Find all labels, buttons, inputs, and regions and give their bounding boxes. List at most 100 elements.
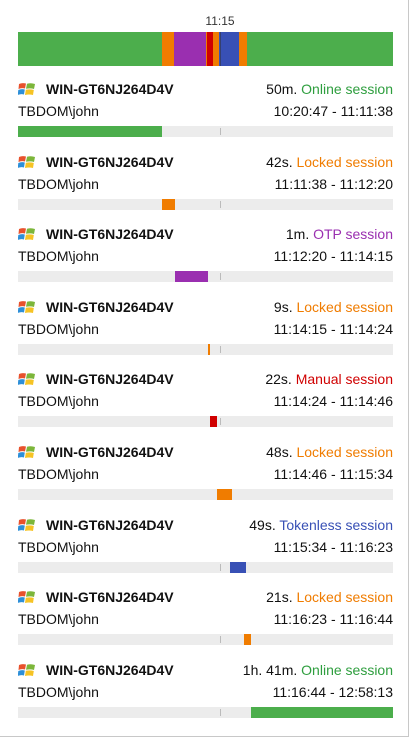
timeline-marker-label: 11:15 xyxy=(205,14,235,28)
session-status: Locked session xyxy=(296,589,393,606)
session-progress-bar xyxy=(18,489,393,500)
windows-icon xyxy=(17,589,36,605)
session-bar-fill xyxy=(250,706,393,718)
session-item[interactable]: WIN-GT6NJ264D4V 21s. Locked session TBDOM\… xyxy=(0,588,410,660)
session-summary: 21s. Locked session xyxy=(266,588,393,606)
user-name: TBDOM\john xyxy=(18,320,99,337)
bar-current-tick xyxy=(220,128,221,135)
host-name: WIN-GT6NJ264D4V xyxy=(46,226,174,243)
bar-current-tick xyxy=(220,273,221,281)
session-time-range: 11:14:15 - 11:14:24 xyxy=(273,320,393,337)
session-progress-bar xyxy=(18,561,393,573)
host-name: WIN-GT6NJ264D4V xyxy=(46,153,174,170)
session-summary: 48s. Locked session xyxy=(266,443,393,461)
session-time-range: 10:20:47 - 11:11:38 xyxy=(273,103,393,119)
session-time-range: 11:11:38 - 11:12:20 xyxy=(274,175,393,192)
session-summary: 50m. Online session xyxy=(266,80,393,98)
session-bar-fill xyxy=(18,126,162,137)
user-name: TBDOM\john xyxy=(18,248,99,265)
bar-current-tick xyxy=(220,418,221,426)
session-status: Locked session xyxy=(296,298,393,315)
session-status: OTP session xyxy=(313,226,393,243)
session-progress-bar xyxy=(18,126,393,137)
session-bar-fill xyxy=(208,343,211,355)
windows-icon xyxy=(17,81,36,97)
session-item[interactable]: WIN-GT6NJ264D4V 49s. Tokenless session TBD… xyxy=(0,516,410,588)
session-bar-fill xyxy=(174,271,209,283)
windows-icon xyxy=(17,444,36,460)
session-progress-bar xyxy=(18,634,393,646)
session-status: Manual session xyxy=(295,371,393,388)
session-item[interactable]: WIN-GT6NJ264D4V 1m. OTP session TBDOM\john… xyxy=(0,225,410,297)
session-time-range: 11:12:20 - 11:14:15 xyxy=(273,248,393,265)
session-summary: 49s. Tokenless session xyxy=(249,516,393,534)
bar-current-tick xyxy=(220,200,221,208)
session-status: Locked session xyxy=(296,153,393,170)
windows-icon xyxy=(17,517,36,533)
session-bar-fill xyxy=(229,561,246,573)
session-progress-bar xyxy=(18,416,393,428)
user-name: TBDOM\john xyxy=(18,466,99,482)
windows-icon xyxy=(17,662,36,678)
timeline-current-marker xyxy=(220,32,221,66)
session-duration: 1m. xyxy=(285,226,310,243)
user-name: TBDOM\john xyxy=(18,393,99,410)
session-time-range: 11:14:46 - 11:15:34 xyxy=(273,466,393,482)
session-bar-fill xyxy=(210,416,218,428)
session-duration: 9s. xyxy=(273,298,293,315)
session-status: Locked session xyxy=(296,444,393,460)
session-progress-bar xyxy=(18,271,393,283)
bar-current-tick xyxy=(220,708,221,716)
windows-icon xyxy=(17,371,36,387)
session-duration: 42s. xyxy=(266,153,293,170)
bar-current-tick xyxy=(220,636,221,644)
windows-icon xyxy=(17,154,36,170)
host-name: WIN-GT6NJ264D4V xyxy=(46,81,174,97)
session-timeline[interactable] xyxy=(18,32,393,66)
timeline-segment[interactable] xyxy=(218,32,240,66)
session-bar-fill xyxy=(217,489,232,500)
session-progress-bar xyxy=(18,706,393,718)
user-name: TBDOM\john xyxy=(18,538,99,555)
session-duration: 1h. 41m. xyxy=(242,661,298,678)
session-time-range: 11:16:44 - 12:58:13 xyxy=(272,683,393,700)
session-progress-bar xyxy=(18,343,393,355)
timeline-segment[interactable] xyxy=(239,32,247,66)
session-summary: 42s. Locked session xyxy=(266,153,393,171)
session-item[interactable]: WIN-GT6NJ264D4V 9s. Locked session TBDOM\j… xyxy=(0,298,410,370)
session-duration: 21s. xyxy=(266,589,293,606)
session-item[interactable]: WIN-GT6NJ264D4V 22s. Manual session TBDOM\… xyxy=(0,370,410,442)
bar-current-tick xyxy=(220,563,221,571)
session-duration: 50m. xyxy=(266,81,298,97)
bar-current-tick xyxy=(220,345,221,353)
timeline-segment[interactable] xyxy=(18,32,162,66)
host-name: WIN-GT6NJ264D4V xyxy=(46,298,174,315)
session-summary: 1h. 41m. Online session xyxy=(243,661,393,679)
session-status: Online session xyxy=(301,81,393,97)
session-status: Online session xyxy=(301,661,393,678)
session-summary: 9s. Locked session xyxy=(274,298,393,316)
session-summary: 1m. OTP session xyxy=(286,225,393,243)
session-progress-bar xyxy=(18,198,393,210)
session-item[interactable]: WIN-GT6NJ264D4V 42s. Locked session TBDOM\… xyxy=(0,153,410,225)
session-item[interactable]: WIN-GT6NJ264D4V 50m. Online session TBDOM\… xyxy=(0,80,410,152)
session-status: Tokenless session xyxy=(279,516,393,533)
timeline-segment[interactable] xyxy=(174,32,206,66)
session-duration: 48s. xyxy=(266,444,293,460)
session-summary: 22s. Manual session xyxy=(265,370,393,388)
session-item[interactable]: WIN-GT6NJ264D4V 1h. 41m. Online session TB… xyxy=(0,661,410,733)
session-time-range: 11:15:34 - 11:16:23 xyxy=(273,538,393,555)
user-name: TBDOM\john xyxy=(18,103,99,119)
session-time-range: 11:14:24 - 11:14:46 xyxy=(273,393,393,410)
timeline-segment[interactable] xyxy=(161,32,174,66)
host-name: WIN-GT6NJ264D4V xyxy=(46,589,174,606)
user-name: TBDOM\john xyxy=(18,683,99,700)
timeline-segment[interactable] xyxy=(246,32,393,66)
session-item[interactable]: WIN-GT6NJ264D4V 48s. Locked session TBDOM\… xyxy=(0,443,410,515)
session-duration: 49s. xyxy=(249,516,276,533)
host-name: WIN-GT6NJ264D4V xyxy=(46,444,174,460)
session-bar-fill xyxy=(161,198,175,210)
windows-icon xyxy=(17,226,36,242)
host-name: WIN-GT6NJ264D4V xyxy=(46,516,174,533)
user-name: TBDOM\john xyxy=(18,611,99,628)
